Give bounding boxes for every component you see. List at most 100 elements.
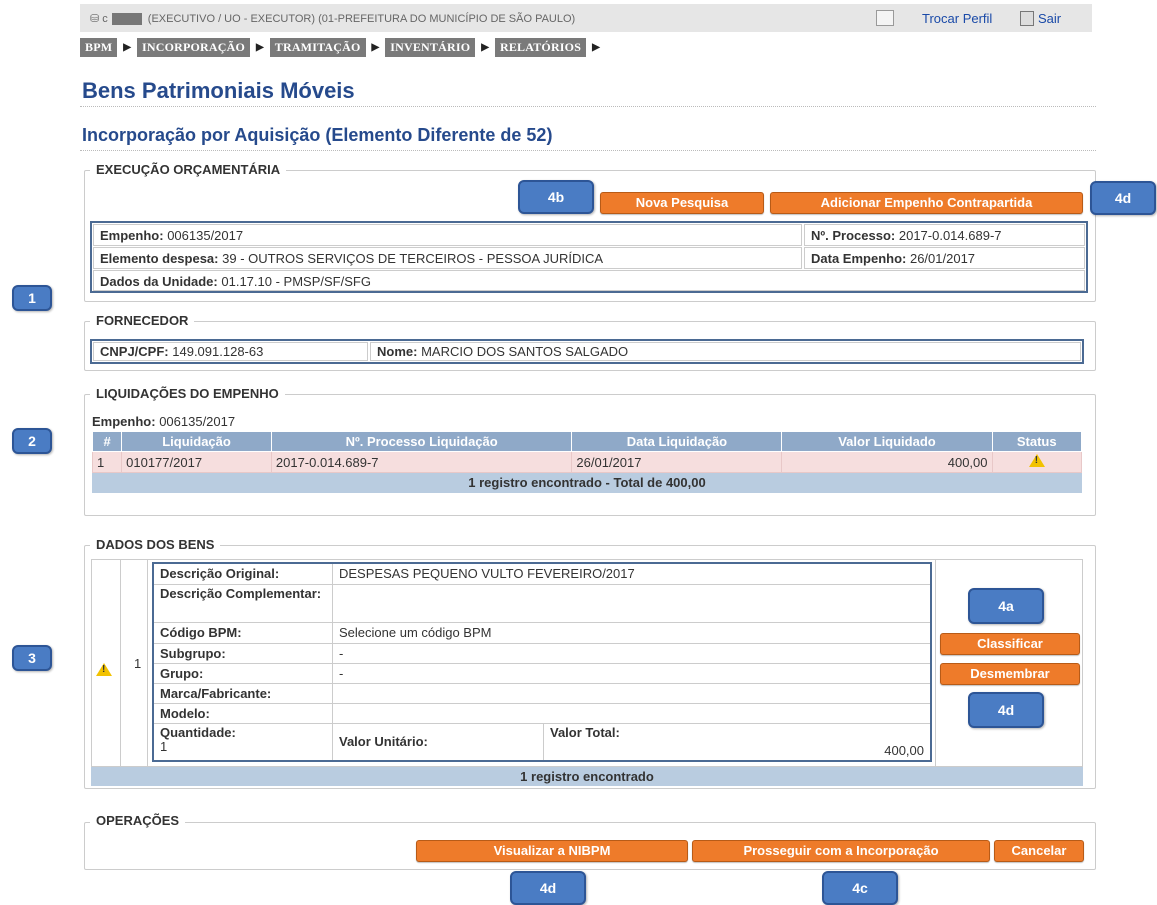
cell-valor: 400,00 <box>781 451 993 473</box>
cnpj-cell: CNPJ/CPF: 149.091.128-63 <box>93 342 368 361</box>
valor-total-cell: Valor Total: 400,00 <box>543 722 932 761</box>
nova-pesquisa-button[interactable]: Nova Pesquisa <box>600 192 764 214</box>
callout-4d-mid: 4d <box>968 692 1044 728</box>
execucao-legend: EXECUÇÃO ORÇAMENTÁRIA <box>90 162 287 177</box>
callout-4c: 4c <box>822 871 898 905</box>
descricao-complementar-value <box>332 583 932 623</box>
modelo-label: Modelo: <box>152 702 333 724</box>
callout-4a: 4a <box>968 588 1044 624</box>
trocar-perfil-link[interactable]: Trocar Perfil <box>922 11 992 26</box>
menu-arrow-icon: ▶ <box>371 41 380 53</box>
menu-item-inventario[interactable]: INVENTÁRIO <box>385 37 476 57</box>
exit-icon[interactable] <box>1020 11 1034 26</box>
data-empenho-cell: Data Empenho: 26/01/2017 <box>804 247 1085 269</box>
marca-value <box>332 682 932 704</box>
callout-2: 2 <box>12 428 52 454</box>
home-icon[interactable] <box>876 10 894 26</box>
quantidade-value: 1 <box>160 738 168 754</box>
liq-empenho-label: Empenho: <box>92 414 156 429</box>
page-title: Bens Patrimoniais Móveis <box>82 78 355 103</box>
subgrupo-value: - <box>332 642 932 664</box>
processo-value: 2017-0.014.689-7 <box>898 228 1002 243</box>
bens-details-table: Descrição Original: DESPESAS PEQUENO VULT… <box>152 562 932 762</box>
menu-item-bpm[interactable]: BPM <box>80 37 118 57</box>
adicionar-empenho-button[interactable]: Adicionar Empenho Contrapartida <box>770 192 1083 214</box>
page-subtitle: Incorporação por Aquisição (Elemento Dif… <box>82 125 553 145</box>
user-context: ⛁ c (EXECUTIVO / UO - EXECUTOR) (01-PREFE… <box>90 12 576 26</box>
prosseguir-button[interactable]: Prosseguir com a Incorporação <box>692 840 990 862</box>
menu-item-incorporacao[interactable]: INCORPORAÇÃO <box>136 37 251 57</box>
nome-label: Nome: <box>377 344 418 359</box>
col-processo: Nº. Processo Liquidação <box>270 431 573 452</box>
processo-cell: Nº. Processo: 2017-0.014.689-7 <box>804 224 1085 246</box>
valor-unitario-label: Valor Unitário: <box>332 722 544 761</box>
col-data: Data Liquidação <box>571 431 783 452</box>
menu-item-tramitacao[interactable]: TRAMITAÇÃO <box>269 37 366 57</box>
divider <box>935 559 936 767</box>
liq-empenho-value: 006135/2017 <box>159 414 236 429</box>
subgrupo-label: Subgrupo: <box>152 642 333 664</box>
menu-item-relatorios[interactable]: RELATÓRIOS <box>494 37 587 57</box>
callout-4b: 4b <box>518 180 594 214</box>
empenho-cell: Empenho: 006135/2017 <box>93 224 802 246</box>
cell-liquidacao: 010177/2017 <box>121 451 272 473</box>
divider <box>147 559 148 767</box>
liquidacoes-empenho: Empenho: 006135/2017 <box>92 414 235 429</box>
col-number: # <box>91 431 123 452</box>
divider <box>120 559 121 767</box>
table-header-row: # Liquidação Nº. Processo Liquidação Dat… <box>91 431 1082 452</box>
empenho-value: 006135/2017 <box>167 228 244 243</box>
descricao-original-value: DESPESAS PEQUENO VULTO FEVEREIRO/2017 <box>332 562 932 585</box>
marca-label: Marca/Fabricante: <box>152 682 333 704</box>
cancelar-button[interactable]: Cancelar <box>994 840 1084 862</box>
valor-total-label: Valor Total: <box>550 724 620 740</box>
processo-label: Nº. Processo: <box>811 228 896 243</box>
unidade-cell: Dados da Unidade: 01.17.10 - PMSP/SF/SFG <box>93 270 1085 291</box>
bens-legend: DADOS DOS BENS <box>90 537 221 552</box>
data-empenho-value: 26/01/2017 <box>909 251 976 266</box>
data-empenho-label: Data Empenho: <box>811 251 907 266</box>
cell-status <box>991 451 1082 473</box>
cnpj-value: 149.091.128-63 <box>172 344 264 359</box>
col-status: Status <box>991 431 1082 452</box>
classificar-button[interactable]: Classificar <box>940 633 1080 655</box>
user-prefix: ⛁ c <box>90 13 108 25</box>
elemento-cell: Elemento despesa: 39 - OUTROS SERVIÇOS D… <box>93 247 802 269</box>
callout-4d-bottom: 4d <box>510 871 586 905</box>
quantidade-label: Quantidade: <box>160 724 236 740</box>
cell-processo: 2017-0.014.689-7 <box>270 451 573 473</box>
quantidade-cell: Quantidade: 1 <box>152 722 333 761</box>
nome-cell: Nome: MARCIO DOS SANTOS SALGADO <box>370 342 1081 361</box>
grupo-label: Grupo: <box>152 662 333 684</box>
descricao-original-label: Descrição Original: <box>152 562 333 585</box>
table-row[interactable]: 1 010177/2017 2017-0.014.689-7 26/01/201… <box>91 451 1082 473</box>
redacted-username <box>111 13 142 26</box>
bens-row-number: 1 <box>134 656 142 671</box>
elemento-value: 39 - OUTROS SERVIÇOS DE TERCEIROS - PESS… <box>222 251 604 266</box>
elemento-label: Elemento despesa: <box>100 251 219 266</box>
operacoes-legend: OPERAÇÕES <box>90 813 186 828</box>
modelo-value <box>332 702 932 724</box>
callout-4d-top: 4d <box>1090 181 1156 215</box>
menu-arrow-icon: ▶ <box>481 41 489 53</box>
menu-arrow-icon: ▶ <box>256 41 264 53</box>
liquidacoes-footer: 1 registro encontrado - Total de 400,00 <box>92 472 1082 493</box>
codigo-bpm-label: Código BPM: <box>152 621 333 644</box>
divider <box>80 106 1096 107</box>
liquidacoes-legend: LIQUIDAÇÕES DO EMPENHO <box>90 386 285 401</box>
grupo-value: - <box>332 662 932 684</box>
empenho-label: Empenho: <box>100 228 164 243</box>
unidade-label: Dados da Unidade: <box>100 274 218 289</box>
cell-number: 1 <box>91 451 123 473</box>
divider <box>80 150 1096 151</box>
desmembrar-button[interactable]: Desmembrar <box>940 663 1080 685</box>
warning-icon <box>1028 454 1045 467</box>
visualizar-nibpm-button[interactable]: Visualizar a NIBPM <box>416 840 688 862</box>
callout-1: 1 <box>12 285 52 311</box>
sair-link[interactable]: Sair <box>1038 11 1061 26</box>
bens-footer: 1 registro encontrado <box>91 767 1083 786</box>
nome-value: MARCIO DOS SANTOS SALGADO <box>421 344 629 359</box>
user-profile-text: (EXECUTIVO / UO - EXECUTOR) (01-PREFEITU… <box>147 13 576 25</box>
cnpj-label: CNPJ/CPF: <box>100 344 169 359</box>
codigo-bpm-value[interactable]: Selecione um código BPM <box>332 621 932 644</box>
